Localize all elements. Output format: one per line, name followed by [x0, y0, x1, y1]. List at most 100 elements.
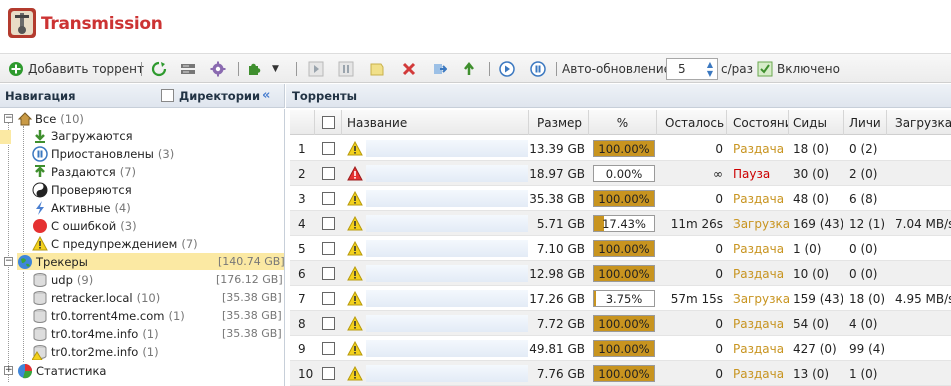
directories-checkbox[interactable] — [161, 89, 174, 102]
torrent-leechers: 18 (0) — [849, 291, 886, 306]
refresh-button[interactable] — [151, 60, 167, 78]
row-checkbox[interactable] — [322, 342, 335, 355]
row-index: 5 — [298, 241, 306, 256]
nav-statistics[interactable]: Статистика — [17, 362, 106, 379]
nav-seeding[interactable]: Раздаются (7) — [32, 163, 136, 180]
row-checkbox-cell[interactable] — [322, 211, 338, 236]
stepper-arrows-icon[interactable]: ▲ ▼ — [707, 60, 713, 78]
torrent-name[interactable] — [366, 336, 528, 361]
toolbar: Добавить торрент ▼ Авто-обновление: 5 ▲ … — [0, 53, 951, 83]
table-row[interactable]: 6 12.98 GB 100.00% 0 Раздача 10 (0) 0 (0) — [290, 261, 951, 286]
table-row[interactable]: 2 18.97 GB 0.00% ∞ Пауза 30 (0) 2 (0) — [290, 161, 951, 186]
progress-bar: 3.75% — [593, 290, 655, 307]
row-status-icon — [347, 311, 365, 336]
remove-button[interactable] — [401, 60, 417, 78]
row-checkbox[interactable] — [322, 167, 335, 180]
table-row[interactable]: 5 7.10 GB 100.00% 0 Раздача 1 (0) 0 (0) — [290, 236, 951, 261]
torrent-leechers: 12 (1) — [849, 216, 886, 231]
warning-icon — [347, 265, 363, 280]
warning-icon — [347, 315, 363, 330]
tracker-retracker-local[interactable]: retracker.local (10) [35.38 GB] — [32, 289, 284, 306]
settings-button[interactable] — [210, 60, 226, 78]
col-size[interactable]: Размер — [529, 110, 589, 135]
col-percent[interactable]: % — [589, 110, 657, 135]
torrent-name[interactable] — [366, 186, 528, 211]
col-leechers[interactable]: Личи — [844, 110, 887, 135]
row-checkbox[interactable] — [322, 367, 335, 380]
move-button[interactable] — [431, 60, 447, 78]
verify-button[interactable] — [461, 60, 477, 78]
nav-trackers[interactable]: Трекеры [140.74 GB] — [17, 253, 285, 270]
table-row[interactable]: 7 17.26 GB 3.75% 57m 15s Загрузка 159 (43) 18 … — [290, 286, 951, 311]
row-checkbox-cell[interactable] — [322, 136, 338, 161]
row-checkbox[interactable] — [322, 292, 335, 305]
table-row[interactable]: 4 5.71 GB 17.43% 11m 26s Загрузка 169 (43) 12 … — [290, 211, 951, 236]
nav-error[interactable]: С ошибкой (3) — [32, 217, 137, 234]
pause-all-button[interactable] — [530, 60, 546, 78]
toolbar-divider — [296, 62, 297, 76]
torrent-name[interactable] — [366, 361, 528, 386]
tracker-torrent4me[interactable]: tr0.torrent4me.com (1) [35.38 GB] — [32, 307, 284, 324]
row-checkbox[interactable] — [322, 317, 335, 330]
row-checkbox-cell[interactable] — [322, 161, 338, 186]
table-row[interactable]: 1 13.39 GB 100.00% 0 Раздача 18 (0) 0 (2) — [290, 136, 951, 161]
tracker-tor4me[interactable]: tr0.tor4me.info (1) [35.38 GB] — [32, 325, 284, 342]
interval-stepper[interactable]: 5 ▲ ▼ — [666, 58, 718, 80]
collapse-panel-icon[interactable]: « — [262, 88, 270, 103]
torrent-name[interactable] — [366, 261, 528, 286]
torrent-size: 18.97 GB — [529, 166, 585, 181]
rename-button[interactable] — [369, 60, 385, 78]
table-row[interactable]: 3 35.38 GB 100.00% 0 Раздача 48 (0) 6 (8) — [290, 186, 951, 211]
checkbox-checked-icon[interactable] — [757, 61, 773, 77]
torrent-name[interactable] — [366, 211, 528, 236]
col-download[interactable]: Загрузка — [887, 110, 951, 135]
trackers-toggle[interactable]: − — [4, 257, 13, 266]
torrent-name[interactable] — [366, 286, 528, 311]
row-checkbox-cell[interactable] — [322, 361, 338, 386]
col-seeds[interactable]: Сиды — [789, 110, 844, 135]
table-row[interactable]: 9 49.81 GB 100.00% 0 Раздача 427 (0) 99 (4) — [290, 336, 951, 361]
col-select-all[interactable] — [315, 110, 342, 135]
torrent-download-speed — [895, 361, 951, 386]
autorefresh-toggle[interactable]: Включено — [757, 60, 840, 78]
table-row[interactable]: 8 7.72 GB 100.00% 0 Раздача 54 (0) 4 (0) — [290, 311, 951, 336]
nav-downloading[interactable]: Загружаются — [32, 127, 133, 144]
tracker-tor2me[interactable]: tr0.tor2me.info (1) — [32, 343, 284, 360]
nav-paused[interactable]: Приостановлены (3) — [32, 145, 174, 162]
tracker-udp[interactable]: udp (9) [176.12 GB] — [32, 271, 284, 288]
torrent-name[interactable] — [366, 311, 528, 336]
row-checkbox-cell[interactable] — [322, 336, 338, 361]
stats-toggle[interactable]: + — [4, 366, 13, 375]
col-state[interactable]: Состояни — [727, 110, 789, 135]
row-checkbox[interactable] — [322, 267, 335, 280]
col-remaining[interactable]: Осталось — [657, 110, 727, 135]
nav-all[interactable]: Все (10) — [17, 110, 84, 127]
server-button[interactable] — [180, 60, 196, 78]
row-index: 4 — [298, 216, 306, 231]
expand-all-toggle[interactable]: − — [4, 114, 13, 123]
row-checkbox[interactable] — [322, 217, 335, 230]
nav-active[interactable]: Активные (4) — [32, 199, 131, 216]
table-row[interactable]: 10 7.76 GB 100.00% 0 Раздача 13 (0) 1 (0) — [290, 361, 951, 386]
torrent-name[interactable] — [366, 161, 528, 186]
row-checkbox-cell[interactable] — [322, 261, 338, 286]
nav-warning[interactable]: С предупреждением (7) — [32, 235, 198, 252]
col-name[interactable]: Название — [342, 110, 529, 135]
row-checkbox-cell[interactable] — [322, 286, 338, 311]
row-checkbox[interactable] — [322, 192, 335, 205]
torrent-name[interactable] — [366, 136, 528, 161]
row-checkbox-cell[interactable] — [322, 311, 338, 336]
pause-button[interactable] — [338, 60, 354, 78]
select-all-checkbox[interactable] — [321, 116, 335, 129]
row-checkbox-cell[interactable] — [322, 186, 338, 211]
interval-input[interactable]: 5 — [678, 62, 686, 76]
start-all-button[interactable] — [499, 60, 515, 78]
row-checkbox[interactable] — [322, 242, 335, 255]
row-checkbox[interactable] — [322, 142, 335, 155]
nav-checking[interactable]: Проверяются — [32, 181, 132, 198]
start-button[interactable] — [308, 60, 324, 78]
add-torrent-button[interactable]: Добавить торрент — [8, 60, 144, 78]
row-checkbox-cell[interactable] — [322, 236, 338, 261]
torrent-name[interactable] — [366, 236, 528, 261]
plugins-menu-button[interactable]: ▼ — [247, 60, 279, 78]
